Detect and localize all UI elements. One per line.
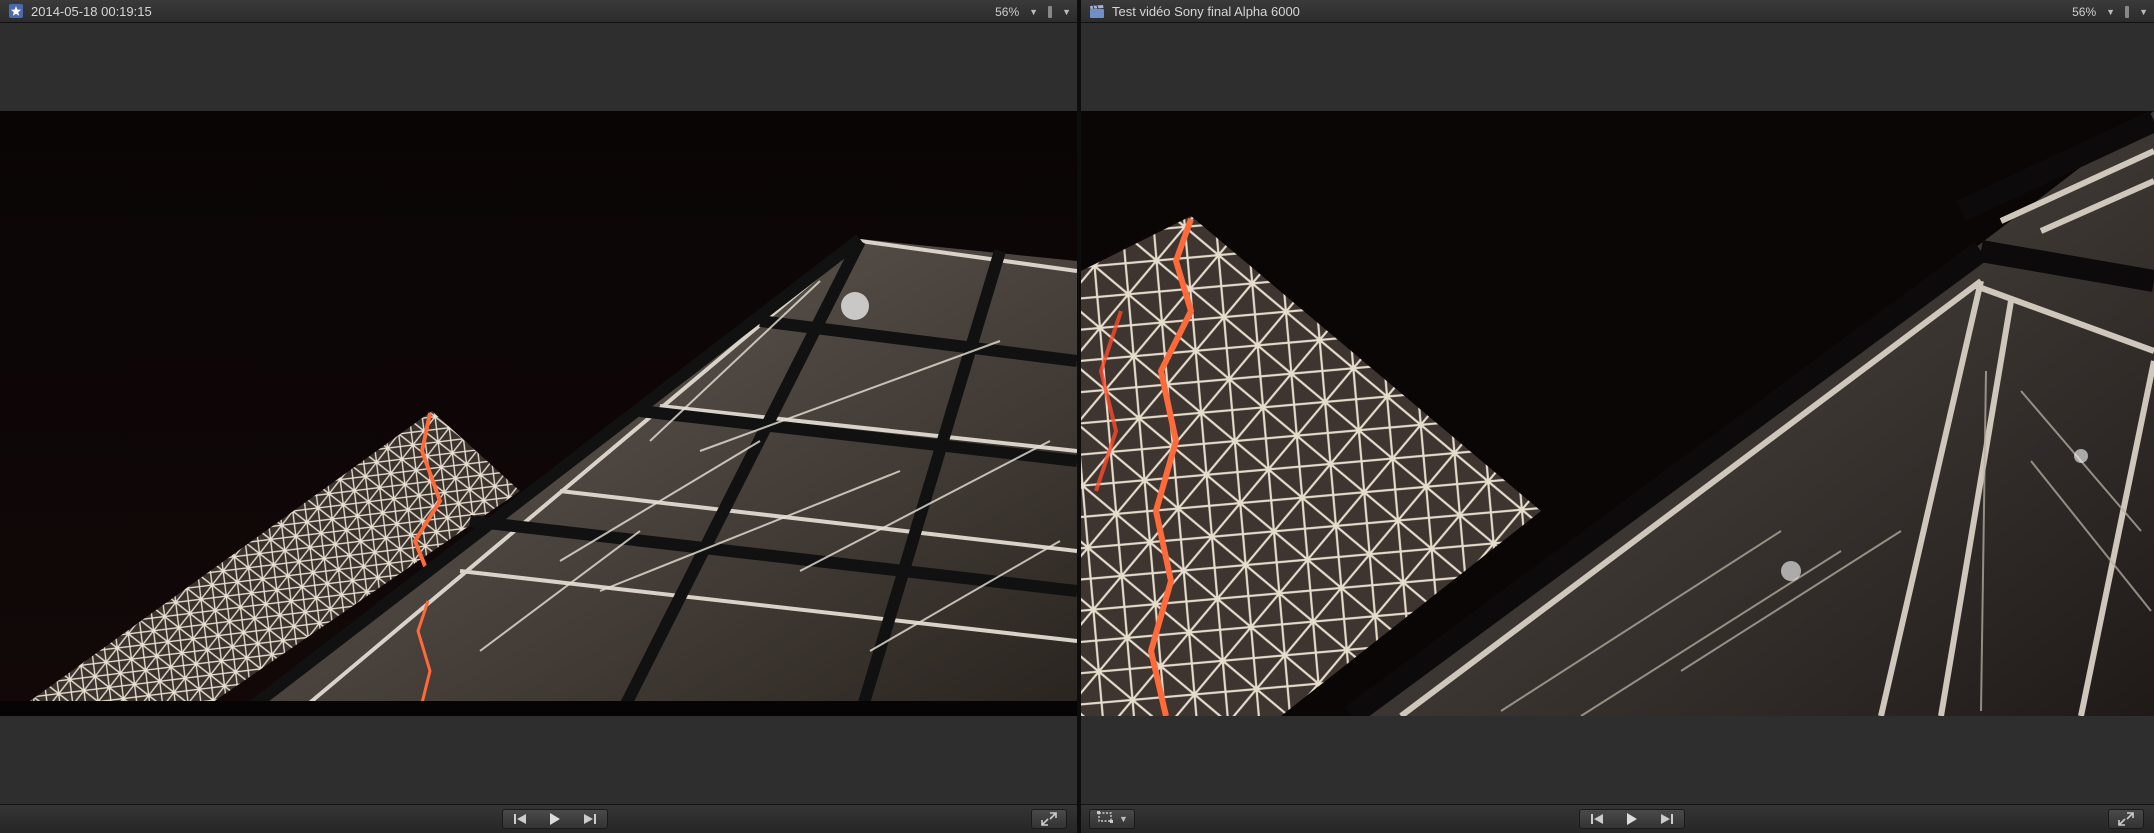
event-video-frame[interactable] [0,111,1077,716]
chevron-down-icon: ▼ [1119,814,1128,824]
transport-controls [502,809,608,829]
skip-forward-icon[interactable] [1652,810,1682,828]
play-icon[interactable] [1617,810,1647,828]
louvre-pyramid-image [0,111,1077,716]
project-video-frame[interactable] [1081,111,2154,716]
project-viewer: Test vidéo Sony final Alpha 6000 56% ▼ ▼ [1081,0,2154,833]
event-viewer: 2014-05-18 00:19:15 56% ▼ ▼ [0,0,1077,833]
project-clapper-icon [1089,4,1104,19]
skip-forward-icon[interactable] [575,810,605,828]
view-options-chevron-icon[interactable]: ▼ [1062,7,1071,17]
louvre-pyramid-closeup-image [1081,111,2154,716]
view-options-chevron-icon[interactable]: ▼ [2139,7,2148,17]
event-viewer-controls [0,804,1077,833]
skip-back-icon[interactable] [505,810,535,828]
event-star-icon [8,4,23,19]
letterbox-bottom [0,716,1077,804]
letterbox-bottom [1081,716,2154,804]
event-viewer-titlebar: 2014-05-18 00:19:15 56% ▼ ▼ [0,0,1077,23]
project-viewer-titlebar: Test vidéo Sony final Alpha 6000 56% ▼ ▼ [1081,0,2154,23]
dual-viewer-app: 2014-05-18 00:19:15 56% ▼ ▼ Test vidéo S… [0,0,2154,833]
transform-icon [1096,810,1114,829]
letterbox-top [1081,23,2154,111]
letterbox-top [0,23,1077,111]
transport-controls [1579,809,1685,829]
zoom-level-dropdown[interactable]: 56% [2072,5,2096,19]
chevron-down-icon[interactable]: ▼ [2106,7,2115,17]
transform-menu-button[interactable]: ▼ [1089,809,1135,829]
event-viewer-title: 2014-05-18 00:19:15 [31,3,152,19]
skip-back-icon[interactable] [1582,810,1612,828]
fullscreen-icon[interactable] [2108,809,2144,829]
view-options-handle[interactable] [2125,5,2130,18]
view-options-handle[interactable] [1048,5,1053,18]
play-icon[interactable] [540,810,570,828]
fullscreen-icon[interactable] [1031,809,1067,829]
zoom-level-dropdown[interactable]: 56% [995,5,1019,19]
project-viewer-controls: ▼ [1081,804,2154,833]
chevron-down-icon[interactable]: ▼ [1029,7,1038,17]
project-viewer-title: Test vidéo Sony final Alpha 6000 [1112,3,1300,19]
